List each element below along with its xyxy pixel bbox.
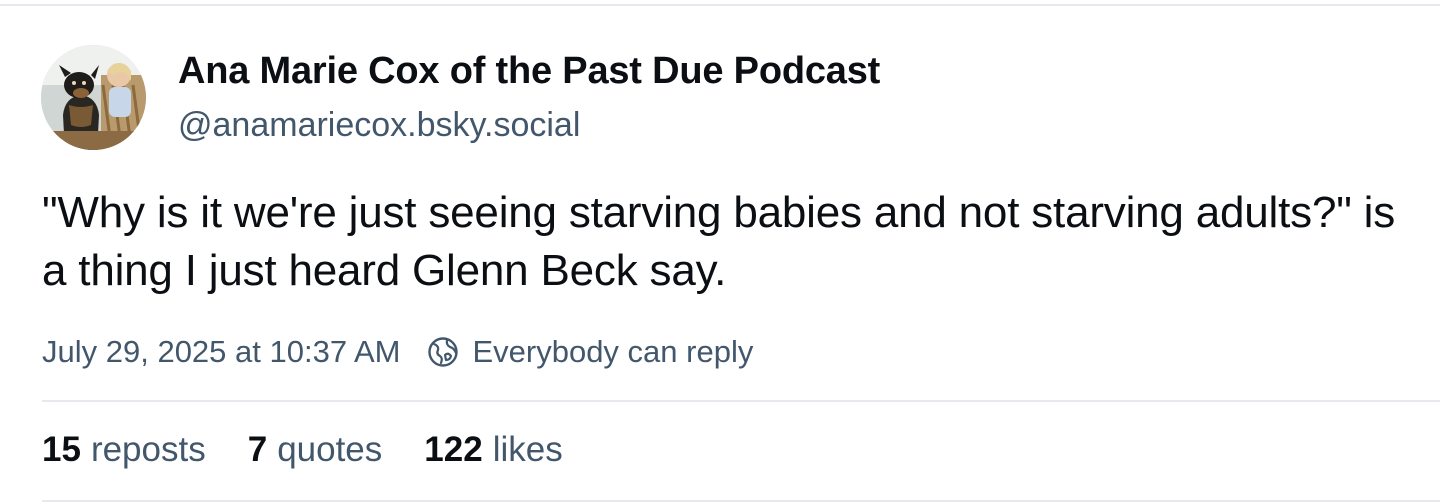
likes-label: likes — [492, 430, 563, 469]
author-avatar[interactable] — [41, 45, 146, 150]
likes-stat[interactable]: 122 likes — [424, 430, 562, 470]
stats-divider — [42, 400, 1440, 402]
quotes-label: quotes — [277, 430, 383, 469]
reply-setting-button[interactable]: Everybody can reply — [426, 334, 753, 370]
globe-icon — [426, 335, 460, 369]
post-body-text: "Why is it we're just seeing starving ba… — [42, 188, 1396, 295]
likes-count: 122 — [424, 430, 483, 469]
avatar-photo — [41, 45, 146, 150]
post-timestamp[interactable]: July 29, 2025 at 10:37 AM — [42, 334, 400, 370]
author-display-name[interactable]: Ana Marie Cox of the Past Due Podcast — [178, 50, 880, 93]
quotes-count: 7 — [247, 430, 268, 469]
post-stats: 15 reposts 7 quotes 122 likes — [42, 430, 605, 470]
author-handle[interactable]: @anamariecox.bsky.social — [178, 106, 580, 145]
reposts-stat[interactable]: 15 reposts — [42, 430, 206, 470]
post-meta: July 29, 2025 at 10:37 AM Everybody can … — [42, 332, 753, 372]
quotes-stat[interactable]: 7 quotes — [248, 430, 383, 470]
reply-setting-label: Everybody can reply — [472, 334, 754, 369]
reposts-count: 15 — [42, 430, 81, 469]
reposts-label: reposts — [90, 430, 206, 469]
post-thread-item: Ana Marie Cox of the Past Due Podcast @a… — [0, 0, 1440, 502]
